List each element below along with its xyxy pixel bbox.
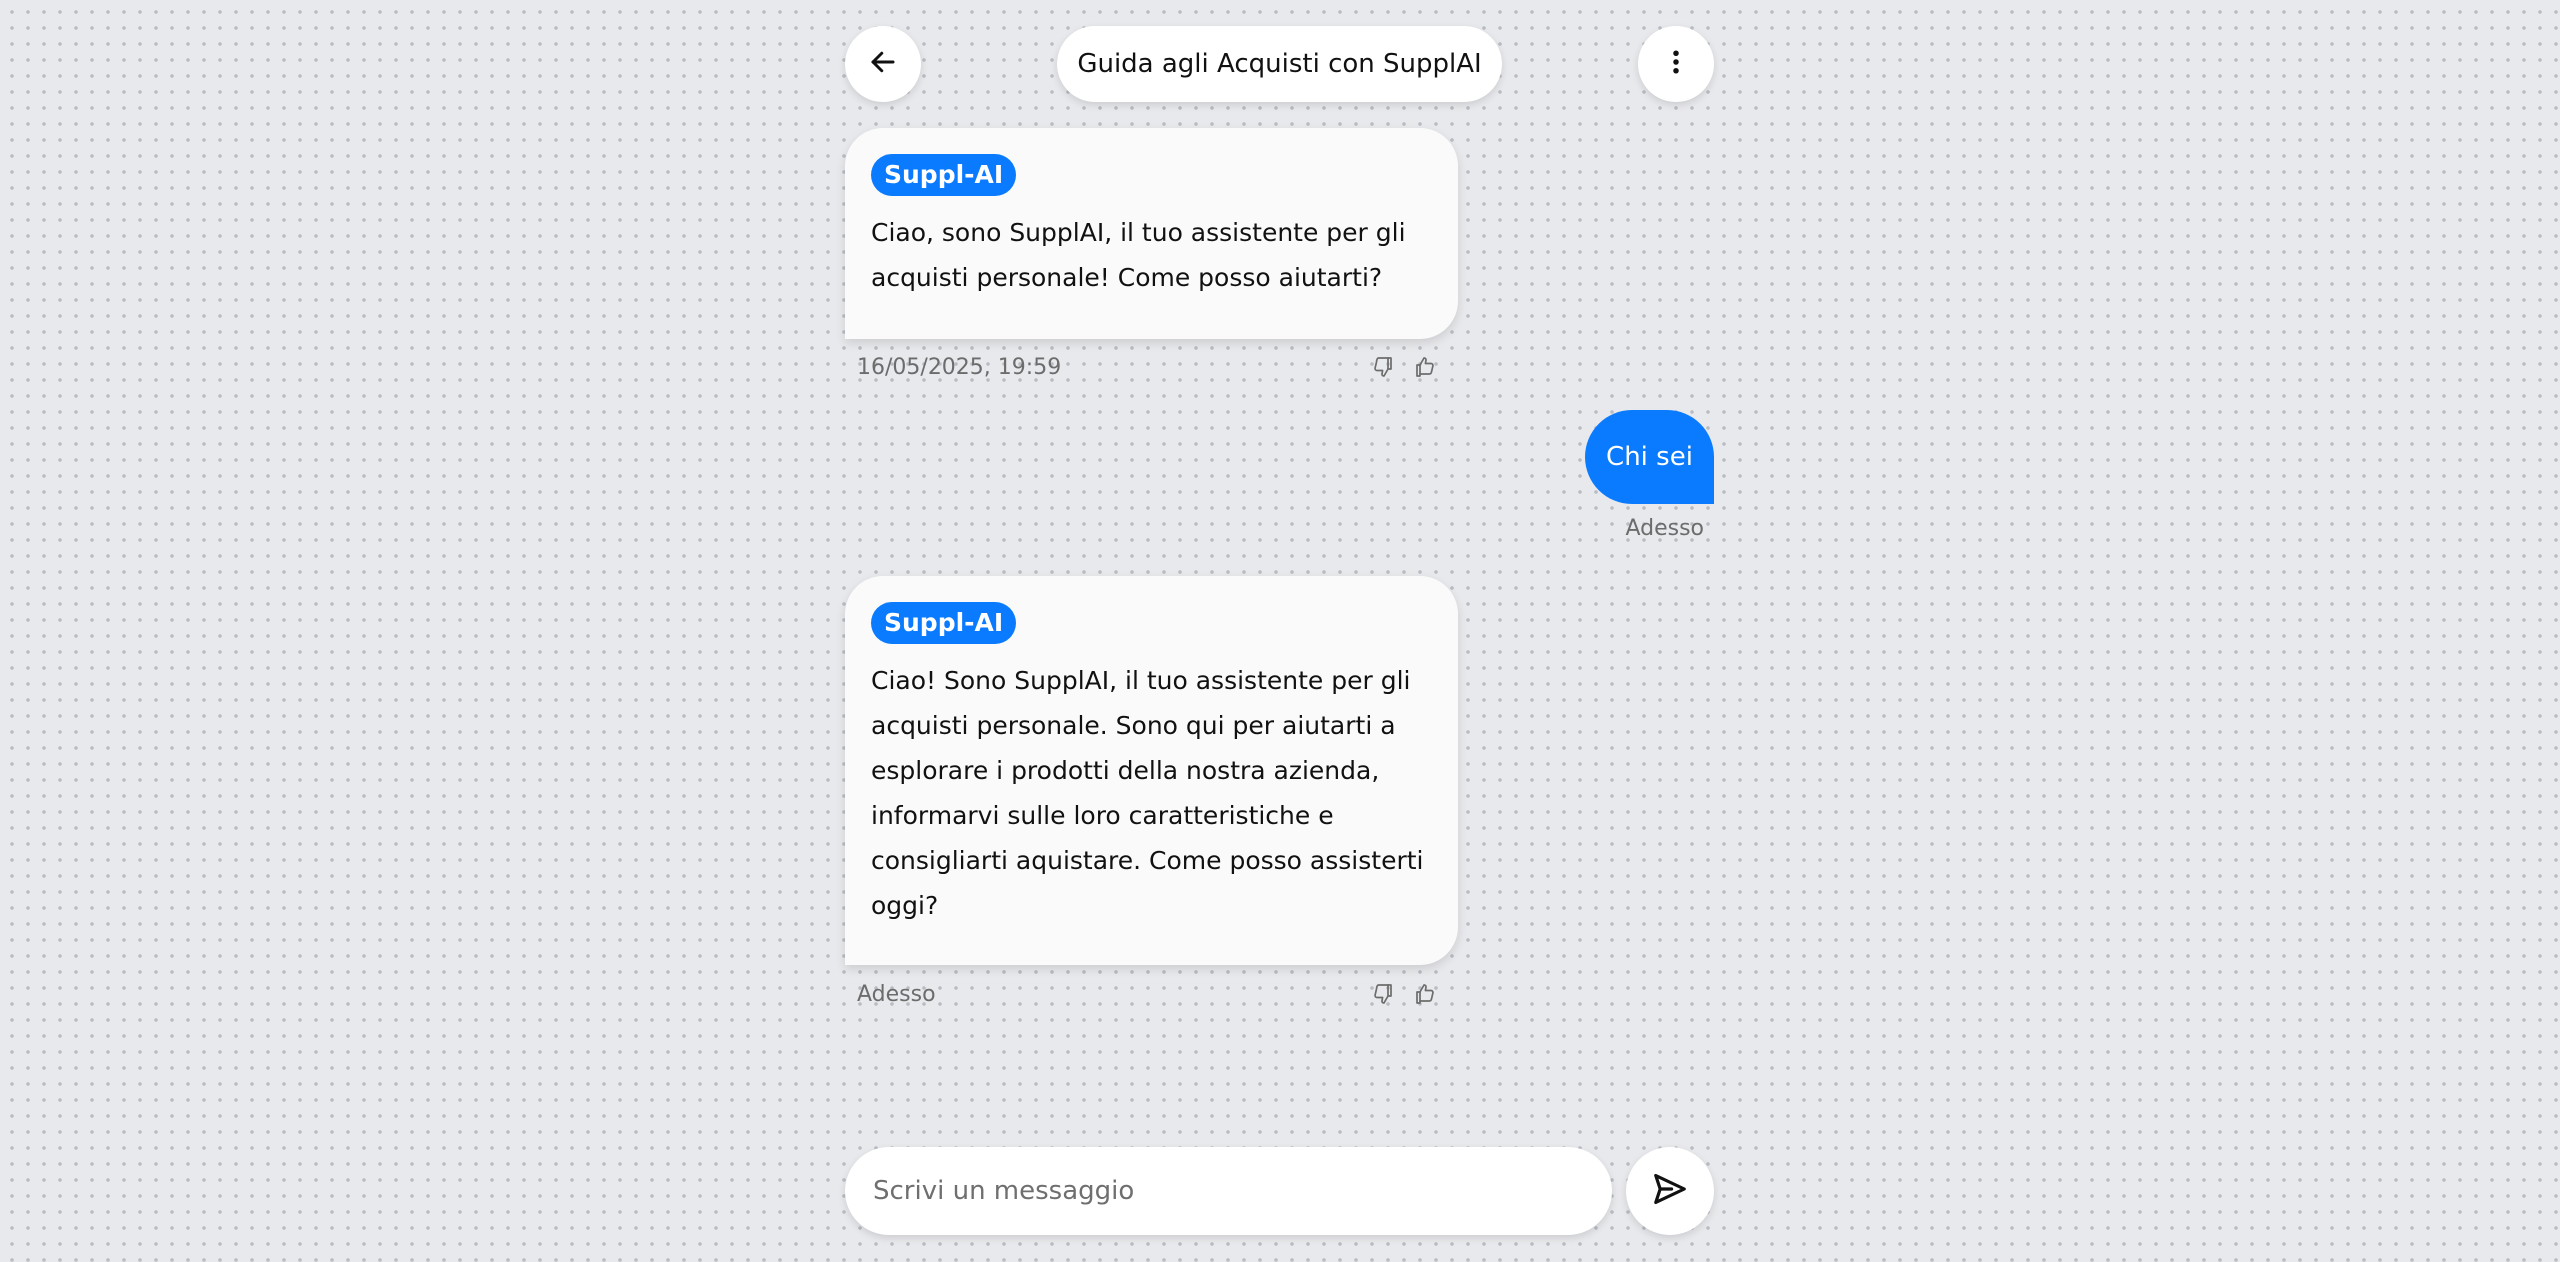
sender-badge: Suppl-AI bbox=[871, 602, 1017, 644]
message-meta: Adesso bbox=[857, 977, 1437, 1011]
send-button[interactable] bbox=[1626, 1147, 1714, 1235]
thumbs-up-icon[interactable] bbox=[1413, 355, 1437, 379]
thumbs-down-icon[interactable] bbox=[1371, 355, 1395, 379]
message-meta: 16/05/2025, 19:59 bbox=[857, 350, 1437, 384]
send-icon bbox=[1651, 1170, 1689, 1212]
more-options-button[interactable] bbox=[1638, 26, 1714, 102]
message-input[interactable] bbox=[871, 1175, 1586, 1207]
arrow-left-icon bbox=[868, 47, 898, 81]
assistant-message: Suppl-AI Ciao! Sono SupplAI, il tuo assi… bbox=[845, 576, 1458, 965]
chat-title: Guida agli Acquisti con SupplAI bbox=[1057, 26, 1502, 102]
message-text: Chi sei bbox=[1606, 442, 1693, 472]
feedback-buttons bbox=[1371, 355, 1437, 379]
message-timestamp: Adesso bbox=[1625, 516, 1704, 541]
message-composer bbox=[845, 1147, 1612, 1235]
thumbs-up-icon[interactable] bbox=[1413, 982, 1437, 1006]
message-timestamp: Adesso bbox=[857, 981, 936, 1007]
message-text: Ciao! Sono SupplAI, il tuo assistente pe… bbox=[871, 666, 1424, 920]
thumbs-down-icon[interactable] bbox=[1371, 982, 1395, 1006]
message-timestamp: 16/05/2025, 19:59 bbox=[857, 354, 1062, 380]
back-button[interactable] bbox=[845, 26, 921, 102]
sender-badge: Suppl-AI bbox=[871, 154, 1017, 196]
more-vertical-icon bbox=[1661, 47, 1691, 81]
feedback-buttons bbox=[1371, 982, 1437, 1006]
user-message: Chi sei bbox=[1585, 410, 1714, 504]
message-text: Ciao, sono SupplAI, il tuo assistente pe… bbox=[871, 218, 1406, 292]
assistant-message: Suppl-AI Ciao, sono SupplAI, il tuo assi… bbox=[845, 128, 1458, 339]
